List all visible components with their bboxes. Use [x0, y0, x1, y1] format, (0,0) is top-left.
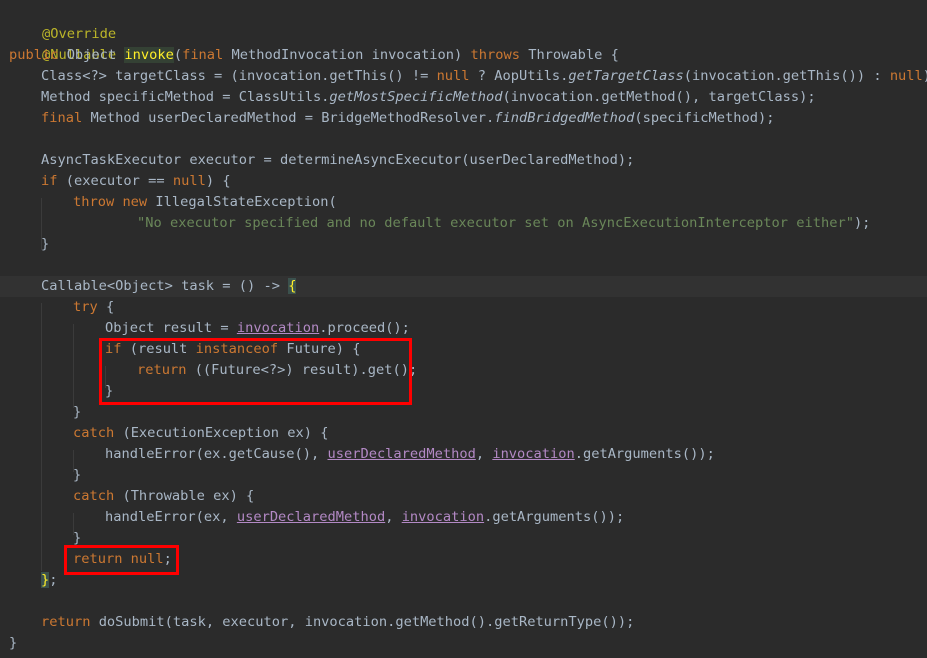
code-text: (executor ==	[65, 173, 173, 189]
keyword: public	[9, 47, 67, 63]
keyword: null	[172, 173, 206, 189]
highlight-box-return-null	[64, 545, 179, 575]
code-text: Object	[66, 47, 125, 63]
code-editor[interactable]: @Override @Nullable public Object invoke…	[0, 0, 927, 658]
code-line-30[interactable]: return doSubmit(task, executor, invocati…	[41, 612, 634, 633]
code-line-21[interactable]: catch (ExecutionException ex) {	[73, 423, 328, 444]
keyword: throws	[470, 47, 529, 63]
code-line-24[interactable]: catch (Throwable ex) {	[73, 486, 254, 507]
highlight-box-future-check	[99, 338, 412, 405]
code-text: Class<?> targetClass = (invocation.getTh…	[41, 68, 437, 84]
code-text: );	[923, 68, 927, 84]
captured-variable: userDeclaredMethod	[327, 446, 476, 462]
keyword: final	[41, 110, 91, 126]
code-text: {	[105, 299, 115, 315]
static-method: getTargetClass	[568, 68, 684, 84]
keyword: catch	[73, 425, 123, 441]
code-line-14-current[interactable]: Callable<Object> task = () -> {	[0, 276, 927, 297]
code-text: (invocation.getMethod(), targetClass);	[502, 89, 816, 105]
code-text: Method specificMethod = ClassUtils.	[41, 89, 330, 105]
code-text: Throwable {	[528, 47, 619, 63]
code-line-5[interactable]: Method specificMethod = ClassUtils.getMo…	[41, 87, 816, 108]
code-text: doSubmit(task, executor, invocation.getM…	[98, 614, 635, 630]
captured-variable: invocation	[236, 320, 320, 336]
indent-guide	[41, 303, 42, 571]
code-text: (invocation.getThis()) :	[683, 68, 890, 84]
keyword: null	[436, 68, 470, 84]
code-text: }	[73, 467, 82, 483]
static-method: getMostSpecificMethod	[329, 89, 503, 105]
string-literal: "No executor specified and no default ex…	[137, 215, 854, 231]
code-text: (	[173, 47, 183, 63]
code-line-4[interactable]: Class<?> targetClass = (invocation.getTh…	[41, 66, 927, 87]
captured-variable: invocation	[401, 509, 485, 525]
code-text: Callable<Object> task = () ->	[41, 278, 289, 294]
matched-brace: }	[41, 572, 50, 588]
code-text: AsyncTaskExecutor executor = determineAs…	[41, 152, 635, 168]
keyword: if	[41, 173, 66, 189]
code-line-25[interactable]: handleError(ex, userDeclaredMethod, invo…	[105, 507, 624, 528]
code-line-10[interactable]: throw new IllegalStateException(	[73, 192, 337, 213]
code-line-11[interactable]: "No executor specified and no default ex…	[137, 213, 870, 234]
indent-guide	[73, 324, 74, 408]
keyword: final	[182, 47, 232, 63]
code-text: }	[9, 635, 18, 651]
code-line-23[interactable]: }	[73, 465, 81, 486]
code-line-6[interactable]: final Method userDeclaredMethod = Bridge…	[41, 108, 774, 129]
code-text: ,	[475, 446, 493, 462]
code-text: .proceed();	[319, 320, 410, 336]
method-name-invoke: invoke	[124, 47, 174, 63]
code-text: }	[73, 404, 82, 420]
code-line-2[interactable]: @Nullable	[9, 24, 116, 63]
static-method: findBridgedMethod	[494, 110, 635, 126]
code-text: ,	[385, 509, 402, 525]
code-line-1[interactable]: @Override	[9, 3, 116, 42]
code-text: Method userDeclaredMethod = BridgeMethod…	[90, 110, 495, 126]
keyword: throw new	[73, 194, 156, 210]
code-line-22[interactable]: handleError(ex.getCause(), userDeclaredM…	[105, 444, 715, 465]
code-text: IllegalStateException(	[155, 194, 337, 210]
code-text: ? AopUtils.	[469, 68, 569, 84]
code-line-3[interactable]: public Object invoke(final MethodInvocat…	[9, 45, 619, 66]
captured-variable: invocation	[492, 446, 575, 462]
code-line-8[interactable]: AsyncTaskExecutor executor = determineAs…	[41, 150, 634, 171]
code-line-28[interactable]: };	[41, 570, 58, 591]
keyword: return	[41, 614, 99, 630]
code-text: handleError(ex.getCause(),	[105, 446, 328, 462]
keyword: try	[73, 299, 106, 315]
matched-brace: {	[288, 278, 297, 294]
code-text: (specificMethod);	[634, 110, 775, 126]
code-text: );	[853, 215, 871, 231]
code-text: (ExecutionException ex) {	[122, 425, 329, 441]
code-text: ) {	[205, 173, 231, 189]
code-text: handleError(ex,	[105, 509, 237, 525]
keyword: catch	[73, 488, 123, 504]
code-text: (Throwable ex) {	[122, 488, 255, 504]
code-text: MethodInvocation invocation)	[231, 47, 471, 63]
code-text: }	[41, 236, 50, 252]
code-line-15[interactable]: try {	[73, 297, 114, 318]
code-text: Object result =	[105, 320, 237, 336]
code-text: .getArguments());	[574, 446, 715, 462]
code-line-31[interactable]: }	[9, 633, 17, 654]
code-line-20[interactable]: }	[73, 402, 81, 423]
code-text: }	[73, 530, 82, 546]
code-line-12[interactable]: }	[41, 234, 49, 255]
code-text: .getArguments());	[484, 509, 625, 525]
code-text: ;	[49, 572, 58, 588]
keyword: null	[889, 68, 923, 84]
code-line-16[interactable]: Object result = invocation.proceed();	[105, 318, 410, 339]
code-line-9[interactable]: if (executor == null) {	[41, 171, 231, 192]
captured-variable: userDeclaredMethod	[236, 509, 386, 525]
